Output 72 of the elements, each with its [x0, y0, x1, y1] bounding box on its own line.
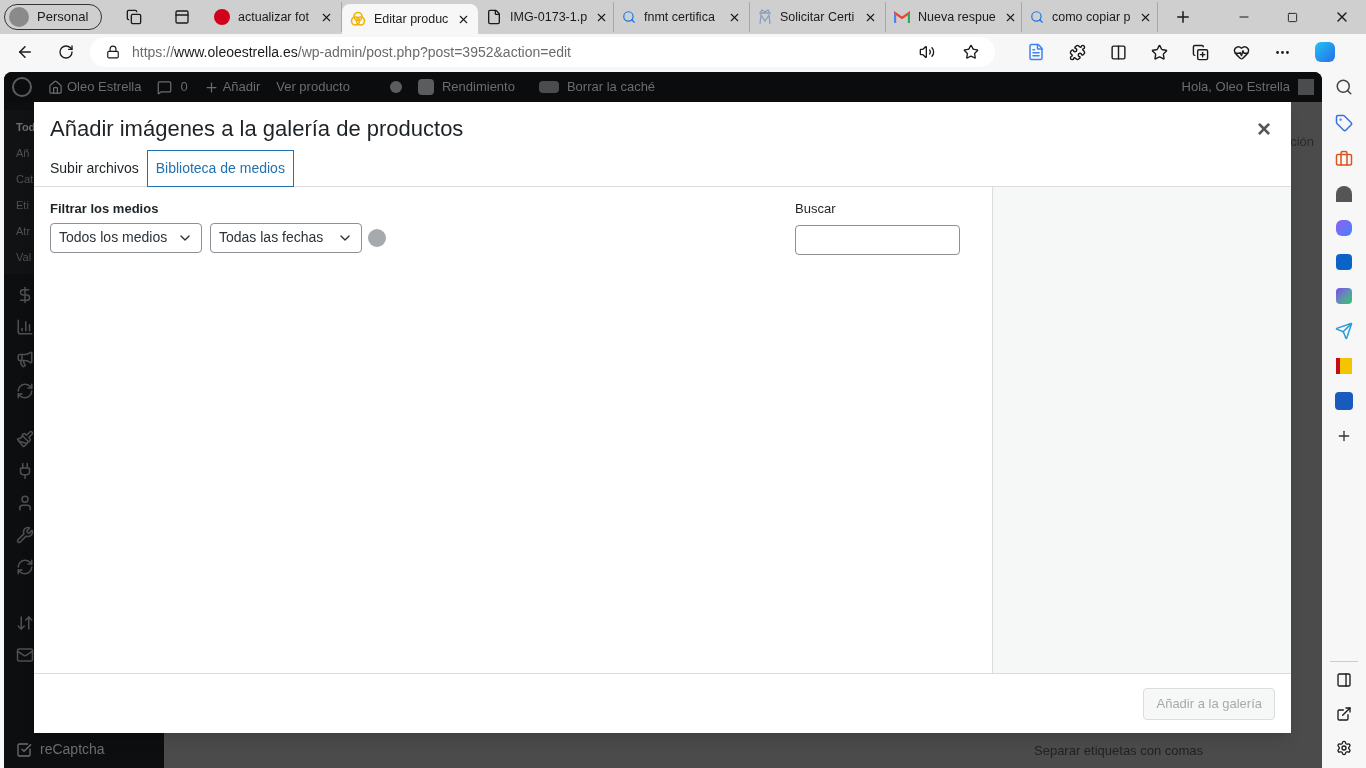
address-field[interactable]: https://www.oleoestrella.es/wp-admin/post.php?post=3952&action=edit	[90, 37, 995, 67]
extensions-icon[interactable]	[1069, 43, 1086, 61]
avatar-icon	[9, 7, 29, 27]
tab-actions-icon[interactable]	[174, 9, 190, 25]
tag-icon[interactable]	[1335, 114, 1353, 132]
browser-tab[interactable]: Solicitar Certi	[750, 2, 886, 32]
browser-tab[interactable]: Nueva respue	[886, 2, 1022, 32]
settings-icon[interactable]	[1336, 740, 1352, 756]
paper-plane-icon[interactable]	[1335, 322, 1353, 340]
file-icon	[486, 9, 502, 25]
wordpress-logo-icon[interactable]	[12, 77, 32, 97]
speaker-icon[interactable]	[919, 44, 935, 60]
back-icon[interactable]	[16, 43, 34, 61]
add-icon[interactable]	[1336, 428, 1352, 444]
workspaces-icon[interactable]	[126, 9, 142, 25]
split-screen-icon[interactable]	[1110, 43, 1127, 61]
close-button[interactable]: ×	[1257, 116, 1275, 141]
browser-tab[interactable]: IMG-0173-1.p	[478, 2, 614, 32]
clear-cache-link[interactable]: Borrar la caché	[538, 77, 656, 97]
filter-dropdown[interactable]: Todos los medios	[50, 222, 202, 253]
flag-icon[interactable]	[1336, 358, 1352, 374]
lock-icon	[106, 45, 120, 59]
performance-link[interactable]: Rendimiento	[417, 77, 515, 97]
checkbox-icon	[16, 741, 32, 758]
search-label: Buscar	[795, 200, 837, 218]
new-tab-icon[interactable]	[1174, 8, 1192, 26]
browser-tab[interactable]: como copiar p	[1022, 2, 1158, 32]
tab-title: Solicitar Certi	[780, 8, 856, 26]
tab-title: actualizar fot	[238, 8, 310, 26]
modal-title: Añadir imágenes a la galería de productos	[50, 115, 464, 143]
modal-tab[interactable]: Subir archivos	[42, 150, 147, 187]
comments-link[interactable]: 0	[157, 77, 188, 97]
recaptcha-item[interactable]: reCaptcha	[16, 739, 164, 760]
collections-icon[interactable]	[1192, 43, 1209, 61]
comment-icon	[157, 79, 173, 95]
restore-icon[interactable]	[1287, 11, 1298, 23]
url-text: https://www.oleoestrella.es/wp-admin/post.php?post=3952&action=edit	[132, 42, 571, 62]
home-icon	[48, 79, 63, 95]
site-link[interactable]: Oleo Estrella	[48, 77, 142, 97]
crown-monogram-icon	[758, 9, 772, 25]
search-icon[interactable]	[1335, 78, 1353, 96]
search-icon	[622, 10, 636, 24]
reload-icon[interactable]	[58, 44, 74, 60]
mail-m-icon	[894, 11, 910, 23]
avatar-icon	[1298, 79, 1314, 95]
briefcase-icon[interactable]	[1335, 150, 1353, 168]
sidebar-icon[interactable]	[1336, 672, 1352, 688]
spinner-icon	[368, 228, 386, 247]
search-icon	[1030, 10, 1044, 24]
external-link-icon[interactable]	[1336, 706, 1352, 722]
filter-dropdown[interactable]: Todas las fechas	[210, 222, 362, 253]
round-logo-icon	[214, 9, 230, 25]
document-icon[interactable]	[1027, 43, 1045, 61]
browser-tab[interactable]: Editar produc	[342, 4, 478, 34]
favorite-star-icon[interactable]	[963, 44, 979, 60]
modal-tab[interactable]: Biblioteca de medios	[146, 150, 294, 187]
new-link[interactable]: Añadir	[203, 77, 261, 97]
tab-title: Nueva respue	[918, 8, 996, 26]
plus-icon	[203, 79, 219, 95]
favorites-icon[interactable]	[1151, 43, 1168, 61]
rings-icon	[350, 11, 366, 27]
tab-title: fnmt certifica	[644, 8, 716, 26]
greeting-link[interactable]: Hola, Oleo Estrella	[1181, 77, 1314, 97]
heart-pulse-icon[interactable]	[1233, 43, 1250, 61]
tab-title: como copiar p	[1052, 8, 1131, 26]
browser-tab[interactable]: actualizar fot	[206, 2, 342, 32]
view-product-link[interactable]: Ver producto	[276, 77, 350, 97]
filter-label: Filtrar los medios	[50, 200, 160, 218]
tab-title: IMG-0173-1.p	[510, 8, 588, 26]
browser-tab[interactable]: fnmt certifica	[614, 2, 750, 32]
search-field[interactable]	[795, 224, 960, 255]
tab-title: Editar produc	[374, 10, 449, 28]
